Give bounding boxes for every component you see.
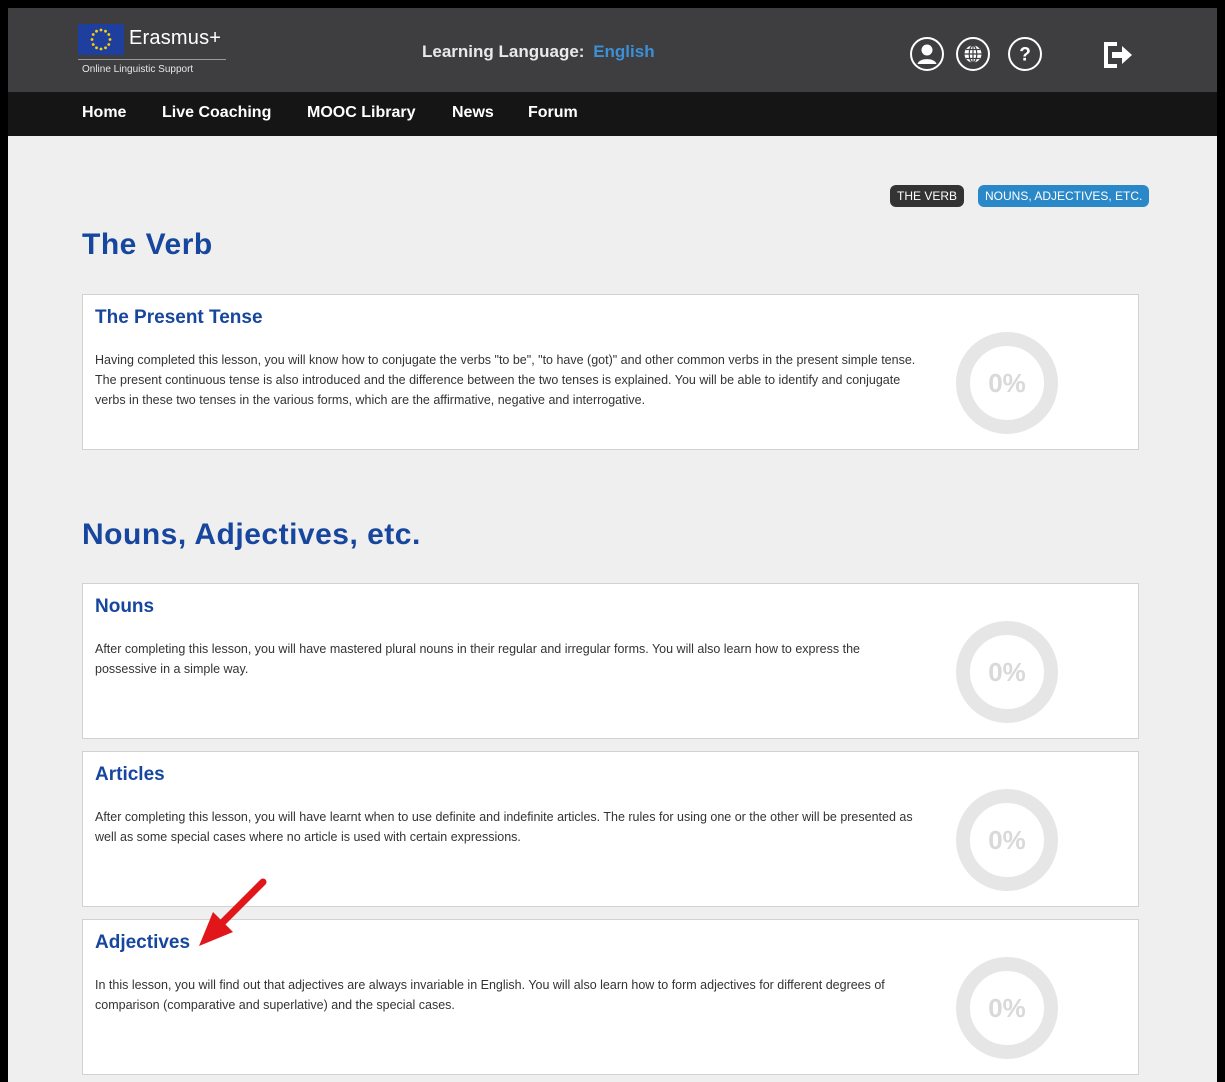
lesson-title[interactable]: Nouns bbox=[95, 596, 154, 618]
lesson-description: After completing this lesson, you will h… bbox=[95, 810, 913, 844]
help-icon[interactable]: ? bbox=[1008, 37, 1042, 71]
learning-language: Learning Language: English bbox=[422, 42, 655, 62]
nav-forum[interactable]: Forum bbox=[528, 104, 578, 122]
progress-ring: 0% bbox=[955, 956, 1059, 1060]
lesson-title[interactable]: The Present Tense bbox=[95, 307, 263, 329]
nav-mooc-library[interactable]: MOOC Library bbox=[307, 104, 415, 122]
annotation-arrow-icon bbox=[199, 878, 267, 946]
progress-value: 0% bbox=[988, 368, 1026, 398]
progress-value: 0% bbox=[988, 657, 1026, 687]
lesson-title[interactable]: Adjectives bbox=[95, 932, 190, 954]
progress-value: 0% bbox=[988, 825, 1026, 855]
brand-divider bbox=[78, 59, 226, 60]
progress-value: 0% bbox=[988, 993, 1026, 1023]
erasmus-logo[interactable]: Erasmus+ Online Linguistic Support bbox=[78, 24, 228, 80]
main-nav: Home Live Coaching MOOC Library News For… bbox=[8, 92, 1217, 136]
learning-language-label: Learning Language: bbox=[422, 42, 585, 61]
svg-text:?: ? bbox=[1019, 45, 1031, 66]
lesson-card[interactable]: The Present Tense Having completed this … bbox=[82, 294, 1139, 450]
section-title-verb: The Verb bbox=[82, 228, 213, 261]
nav-live-coaching[interactable]: Live Coaching bbox=[162, 104, 271, 122]
section-title-nouns: Nouns, Adjectives, etc. bbox=[82, 518, 421, 551]
brand-name: Erasmus+ bbox=[129, 27, 222, 49]
brand-subtitle: Online Linguistic Support bbox=[82, 64, 194, 75]
lesson-description: After completing this lesson, you will h… bbox=[95, 642, 860, 676]
progress-ring: 0% bbox=[955, 331, 1059, 435]
lesson-title[interactable]: Articles bbox=[95, 764, 165, 786]
chip-nouns-adjectives[interactable]: NOUNS, ADJECTIVES, ETC. bbox=[978, 185, 1150, 207]
nav-home[interactable]: Home bbox=[82, 104, 126, 122]
header-bar: Erasmus+ Online Linguistic Support Learn… bbox=[8, 8, 1217, 92]
progress-ring: 0% bbox=[955, 788, 1059, 892]
globe-icon[interactable] bbox=[956, 37, 990, 71]
user-icon[interactable] bbox=[910, 37, 944, 71]
progress-ring: 0% bbox=[955, 620, 1059, 724]
logout-icon[interactable] bbox=[1100, 37, 1136, 73]
app-frame: Erasmus+ Online Linguistic Support Learn… bbox=[8, 8, 1217, 1082]
learning-language-value[interactable]: English bbox=[593, 42, 654, 61]
lesson-description: Having completed this lesson, you will k… bbox=[95, 353, 916, 407]
lesson-card[interactable]: Nouns After completing this lesson, you … bbox=[82, 583, 1139, 739]
eu-flag-icon bbox=[78, 24, 124, 55]
chip-the-verb[interactable]: THE VERB bbox=[890, 185, 965, 207]
lesson-description: In this lesson, you will find out that a… bbox=[95, 978, 885, 1012]
nav-news[interactable]: News bbox=[452, 104, 494, 122]
